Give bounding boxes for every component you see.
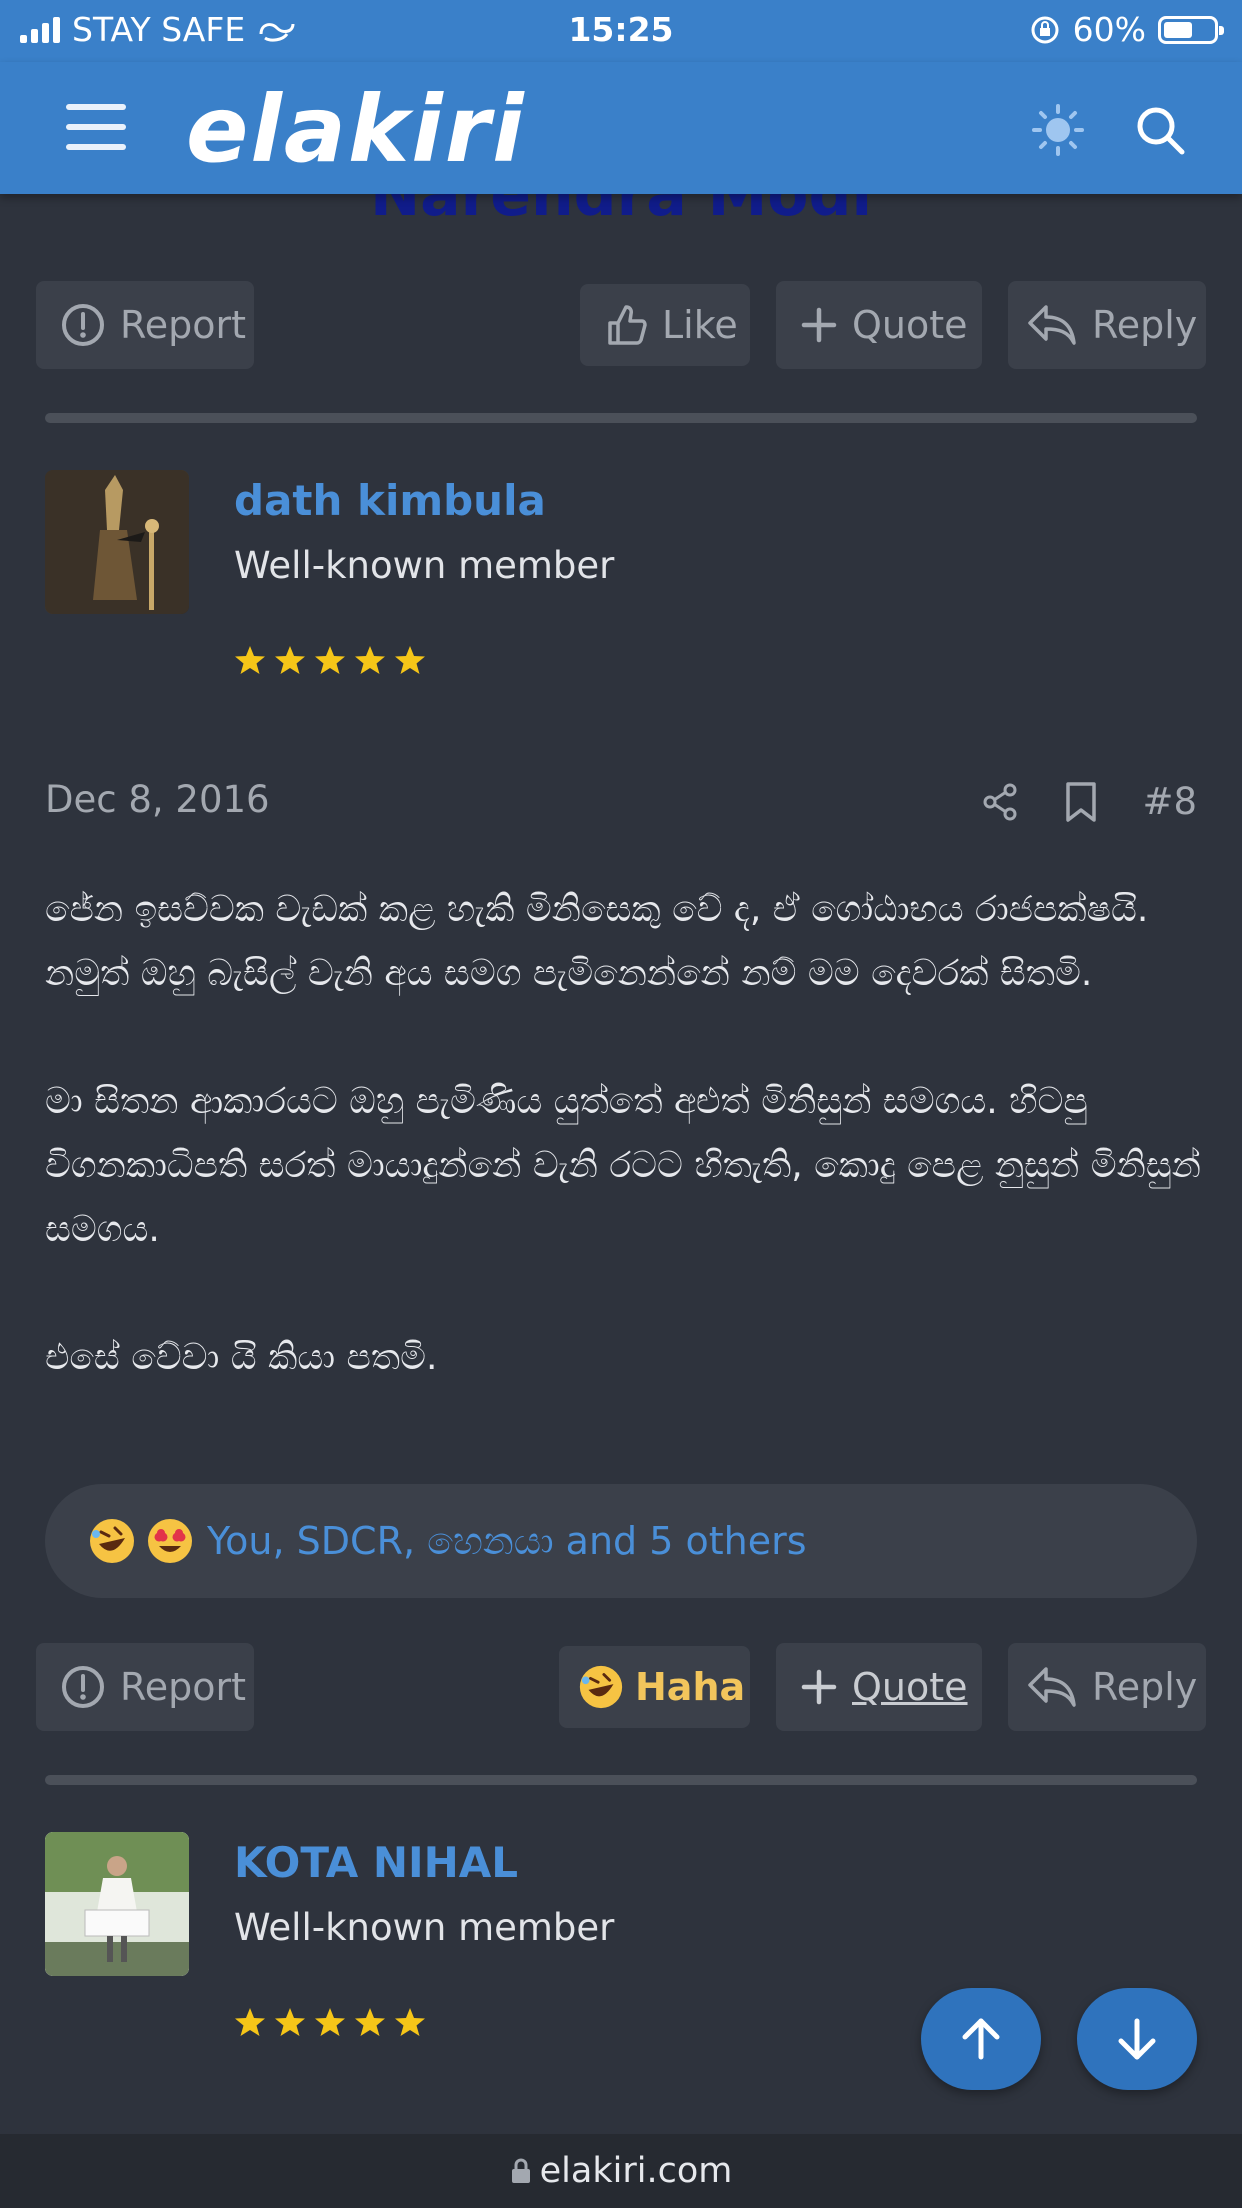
reply-icon: [1028, 305, 1076, 345]
reply-icon: [1028, 1667, 1076, 1707]
heart-eyes-emoji-icon: [148, 1519, 192, 1563]
like-button[interactable]: Like: [580, 284, 750, 366]
post-date[interactable]: Dec 8, 2016: [45, 778, 270, 821]
post-separator: [45, 1775, 1197, 1785]
rotation-lock-icon: [1031, 16, 1059, 43]
battery-percent: 60%: [1072, 10, 1146, 49]
post-body: ජේන ඉසව්වක වැඩක් කළ හැකි මිනිසෙකු වේ ද, …: [45, 878, 1205, 1454]
post-number[interactable]: #8: [1142, 780, 1197, 823]
reply-label: Reply: [1092, 303, 1198, 347]
star-icon: [275, 646, 305, 674]
star-icon: [275, 2008, 305, 2036]
like-label: Like: [662, 303, 738, 347]
status-bar: STAY SAFE 15:25 60%: [0, 0, 1242, 62]
reactions-bar[interactable]: You, SDCR, හෙනයා and 5 others: [45, 1484, 1197, 1598]
site-logo[interactable]: elakiri: [186, 76, 526, 183]
post-paragraph: එසේ වේවා යි කියා පතමි.: [45, 1337, 438, 1378]
arrow-down-icon: [1118, 2018, 1156, 2060]
site-header: elakiri: [0, 62, 1242, 194]
star-icon: [315, 2008, 345, 2036]
post-author-title: Well-known member: [234, 544, 615, 587]
rofl-emoji-icon: [90, 1519, 134, 1563]
avatar-image: [45, 1832, 189, 1976]
scroll-down-button[interactable]: [1077, 1988, 1197, 2090]
avatar[interactable]: [45, 1832, 189, 1976]
plus-icon: [801, 307, 837, 343]
post-author-name[interactable]: KOTA NIHAL: [234, 1838, 518, 1887]
menu-icon[interactable]: [66, 104, 126, 164]
status-right: 60%: [1029, 10, 1224, 49]
star-icon: [395, 646, 425, 674]
post-author-stars: [234, 2006, 426, 2038]
alert-circle-icon: [62, 304, 104, 346]
reply-label: Reply: [1092, 1665, 1198, 1709]
browser-url-bar[interactable]: elakiri.com: [0, 2134, 1242, 2208]
haha-label: Haha: [635, 1665, 746, 1709]
post-author-title: Well-known member: [234, 1906, 615, 1949]
quote-label: Quote: [852, 303, 968, 347]
report-label: Report: [120, 1665, 246, 1709]
scroll-up-button[interactable]: [921, 1988, 1041, 2090]
star-icon: [235, 646, 265, 674]
rofl-emoji-icon: [579, 1665, 623, 1709]
post-author-stars: [234, 644, 426, 676]
share-icon[interactable]: [980, 782, 1020, 822]
bookmark-icon[interactable]: [1064, 781, 1098, 823]
star-icon: [315, 646, 345, 674]
post-tools: #8: [980, 780, 1197, 823]
post-paragraph: ජේන ඉසව්වක වැඩක් කළ හැකි මිනිසෙකු වේ ද, …: [45, 889, 1149, 994]
reply-button-bottom[interactable]: Reply: [1008, 1643, 1206, 1731]
reply-button[interactable]: Reply: [1008, 281, 1206, 369]
quote-label: Quote: [852, 1665, 968, 1709]
post-separator: [45, 413, 1197, 423]
avatar[interactable]: [45, 470, 189, 614]
battery-icon: [1158, 15, 1224, 44]
quote-button-bottom[interactable]: Quote: [776, 1643, 982, 1731]
plus-icon: [801, 1669, 837, 1705]
thumbs-up-icon: [608, 305, 647, 345]
lock-icon: [511, 2158, 530, 2183]
avatar-image: [45, 470, 189, 614]
url-text: elakiri.com: [539, 2151, 733, 2191]
report-button[interactable]: Report: [36, 281, 254, 369]
quote-button[interactable]: Quote: [776, 281, 982, 369]
report-label: Report: [120, 303, 246, 347]
post-author-name[interactable]: dath kimbula: [234, 476, 546, 525]
star-icon: [395, 2008, 425, 2036]
search-icon[interactable]: [1132, 102, 1188, 158]
arrow-up-icon: [962, 2018, 1000, 2060]
star-icon: [235, 2008, 265, 2036]
alert-circle-icon: [62, 1666, 104, 1708]
reactions-text[interactable]: You, SDCR, හෙනයා and 5 others: [207, 1519, 807, 1564]
star-icon: [355, 646, 385, 674]
post-paragraph: මා සිතන ආකාරයට ඔහු පැමිණිය යුත්තේ අළුත් …: [45, 1081, 1201, 1250]
report-button-bottom[interactable]: Report: [36, 1643, 254, 1731]
theme-toggle-icon[interactable]: [1030, 102, 1086, 158]
star-icon: [355, 2008, 385, 2036]
haha-reaction-button[interactable]: Haha: [559, 1646, 750, 1728]
